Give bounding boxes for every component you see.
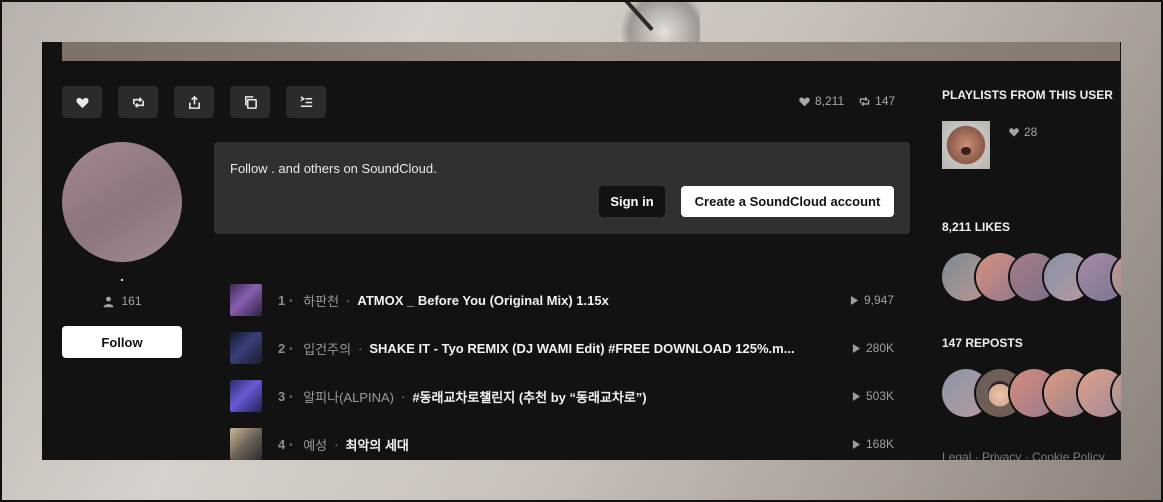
copy-link-button[interactable]	[230, 86, 270, 118]
queue-icon	[299, 95, 312, 107]
reposts-count: 147	[875, 94, 896, 108]
track-number: 4 ·	[278, 436, 294, 452]
repost-button[interactable]	[118, 86, 158, 118]
reposts-heading[interactable]: 147 REPOSTS	[942, 336, 1023, 350]
playlist-artwork[interactable]	[942, 121, 990, 169]
track-artist[interactable]: 하판천	[303, 291, 339, 310]
likes-count: 8,211	[815, 94, 845, 108]
separator: ·	[358, 340, 363, 356]
share-icon	[188, 95, 200, 109]
track-plays: 9,947	[850, 293, 894, 307]
track-title[interactable]: SHAKE IT - Tyo REMIX (DJ WAMI Edit) #FRE…	[369, 341, 799, 356]
play-icon	[852, 343, 861, 353]
sign-in-button[interactable]: Sign in	[599, 186, 665, 217]
header-banner	[62, 42, 1120, 61]
track-title[interactable]: ATMOX _ Before You (Original Mix) 1.15x	[357, 293, 787, 308]
user-avatar[interactable]	[62, 142, 182, 262]
track-plays: 503K	[852, 389, 894, 403]
track-stats: 8,211 147	[798, 94, 895, 108]
signup-prompt: Follow . and others on SoundCloud. Sign …	[214, 142, 910, 234]
background-glass	[610, 0, 700, 45]
user-icon	[104, 296, 114, 307]
track-number: 1 ·	[278, 292, 294, 308]
track-row[interactable]: 2 · 입건주의 · SHAKE IT - Tyo REMIX (DJ WAMI…	[230, 332, 894, 364]
like-button[interactable]	[62, 86, 102, 118]
heart-icon	[799, 96, 810, 106]
track-title[interactable]: 최악의 세대	[345, 435, 775, 454]
create-account-button[interactable]: Create a SoundCloud account	[681, 186, 894, 217]
follow-button[interactable]: Follow	[62, 326, 182, 358]
track-artwork[interactable]	[230, 428, 262, 460]
track-artwork[interactable]	[230, 332, 262, 364]
track-artist[interactable]: 예성	[303, 435, 327, 454]
track-row[interactable]: 4 · 예성 · 최악의 세대 168K	[230, 428, 894, 460]
followers-count[interactable]: 161	[62, 294, 182, 308]
track-plays: 280K	[852, 341, 894, 355]
likes-heading[interactable]: 8,211 LIKES	[942, 220, 1010, 234]
likes-stat: 8,211	[798, 94, 844, 108]
copy-icon	[244, 95, 257, 109]
separator: ·	[346, 292, 351, 308]
user-name[interactable]: .	[62, 268, 182, 284]
heart-icon	[75, 97, 89, 108]
footer-links[interactable]: Legal · Privacy · Cookie Policy	[942, 450, 1105, 460]
track-number: 3 ·	[278, 388, 294, 404]
followers-value: 161	[121, 294, 142, 308]
playlist-likes: 28	[1008, 125, 1037, 139]
signup-message: Follow . and others on SoundCloud.	[230, 161, 437, 176]
play-icon	[852, 439, 861, 449]
separator: ·	[400, 388, 406, 404]
play-icon	[850, 295, 859, 305]
heart-icon	[1009, 128, 1019, 137]
track-title[interactable]: #동래교차로챌린지 (추천 by “동래교차로”)	[412, 387, 842, 406]
add-to-next-up-button[interactable]	[286, 86, 326, 118]
reposts-stat: 147	[858, 94, 895, 108]
track-artist[interactable]: 알피나(ALPINA)	[303, 387, 394, 406]
share-button[interactable]	[174, 86, 214, 118]
separator: ·	[334, 436, 339, 452]
track-page-panel: 8,211 147 . 161 Follow Follow . and othe…	[42, 42, 1121, 460]
track-row[interactable]: 3 · 알피나(ALPINA) · #동래교차로챌린지 (추천 by “동래교차…	[230, 380, 894, 412]
track-artwork[interactable]	[230, 380, 262, 412]
track-artwork[interactable]	[230, 284, 262, 316]
playlists-heading[interactable]: PLAYLISTS FROM THIS USER	[942, 88, 1113, 102]
repost-icon	[132, 96, 144, 108]
track-row[interactable]: 1 · 하판천 · ATMOX _ Before You (Original M…	[230, 284, 894, 316]
track-artist[interactable]: 입건주의	[303, 339, 351, 358]
track-number: 2 ·	[278, 340, 294, 356]
repost-icon	[859, 96, 870, 106]
track-plays: 168K	[852, 437, 894, 451]
play-icon	[852, 391, 861, 401]
